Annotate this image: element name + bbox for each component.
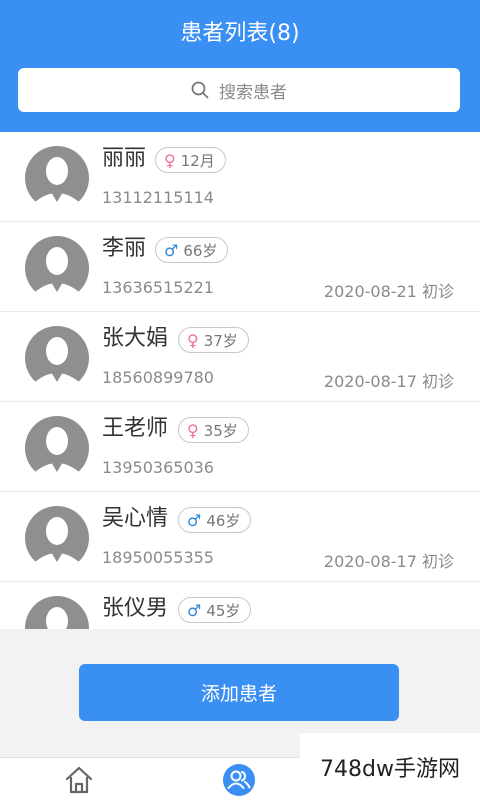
search-icon — [191, 81, 209, 99]
search-placeholder: 搜索患者 — [219, 82, 287, 103]
gender-age-badge: ♂ 46岁 — [178, 507, 252, 533]
female-icon: ♀ — [187, 330, 199, 350]
add-patient-button[interactable]: 添加患者 — [79, 664, 399, 721]
avatar-icon — [25, 596, 89, 629]
female-icon: ♀ — [164, 150, 176, 170]
avatar-icon — [25, 236, 89, 300]
header-bar: 患者列表(8) 搜索患者 — [0, 0, 480, 132]
female-icon: ♀ — [187, 420, 199, 440]
patient-age: 46岁 — [206, 511, 241, 530]
visit-info: 2020-08-17 初诊 — [323, 552, 454, 571]
gender-age-badge: ♀ 37岁 — [178, 327, 249, 353]
patient-age: 66岁 — [183, 241, 218, 260]
patient-name: 吴心情 — [102, 506, 169, 531]
avatar-icon — [25, 326, 89, 390]
gender-age-badge: ♂ 45岁 — [178, 597, 252, 623]
male-icon: ♂ — [187, 510, 202, 530]
patient-row[interactable]: 吴心情 ♂ 46岁 18950055355 2020-08-17 初诊 — [0, 492, 480, 582]
watermark-text: 748dw手游网 — [300, 733, 480, 800]
patient-name: 王老师 — [102, 416, 169, 441]
avatar-icon — [25, 506, 89, 570]
patient-row[interactable]: 王老师 ♀ 35岁 13950365036 — [0, 402, 480, 492]
patient-age: 37岁 — [203, 331, 238, 350]
patient-row[interactable]: 李丽 ♂ 66岁 13636515221 2020-08-21 初诊 — [0, 222, 480, 312]
patient-age: 45岁 — [206, 601, 241, 620]
patient-phone: 18950055355 — [102, 548, 214, 567]
patient-age: 35岁 — [203, 421, 238, 440]
patient-name: 张大娟 — [102, 326, 169, 351]
patient-phone: 13112115114 — [102, 188, 214, 207]
avatar-icon — [25, 416, 89, 480]
male-icon: ♂ — [187, 600, 202, 620]
patient-list[interactable]: 丽丽 ♀ 12月 13112115114 李丽 ♂ 66岁 1363651522… — [0, 132, 480, 629]
patient-phone: 18560899780 — [102, 368, 214, 387]
patient-row[interactable]: 丽丽 ♀ 12月 13112115114 — [0, 132, 480, 222]
home-icon[interactable] — [62, 763, 96, 797]
patient-name: 丽丽 — [102, 146, 147, 171]
avatar-icon — [25, 146, 89, 210]
patient-age: 12月 — [180, 151, 215, 170]
patient-phone: 13636515221 — [102, 278, 214, 297]
visit-info: 2020-08-21 初诊 — [323, 282, 454, 301]
male-icon: ♂ — [164, 240, 179, 260]
patient-row[interactable]: 张仪男 ♂ 45岁 — [0, 582, 480, 629]
gender-age-badge: ♀ 12月 — [155, 147, 226, 173]
patients-icon[interactable] — [222, 763, 256, 797]
patient-row[interactable]: 张大娟 ♀ 37岁 18560899780 2020-08-17 初诊 — [0, 312, 480, 402]
patient-name: 张仪男 — [102, 596, 169, 621]
gender-age-badge: ♀ 35岁 — [178, 417, 249, 443]
gender-age-badge: ♂ 66岁 — [155, 237, 229, 263]
search-input[interactable]: 搜索患者 — [18, 68, 460, 112]
patient-name: 李丽 — [102, 236, 147, 261]
patient-phone: 13950365036 — [102, 458, 214, 477]
page-title: 患者列表(8) — [180, 21, 300, 46]
visit-info: 2020-08-17 初诊 — [323, 372, 454, 391]
